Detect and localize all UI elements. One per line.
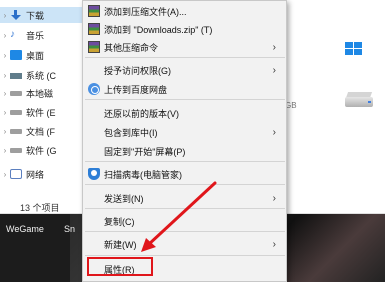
menu-item-pin-to-start[interactable]: 固定到"开始"屏幕(P) [83,142,286,160]
chevron-right-icon[interactable]: › [0,51,10,60]
menu-item-label: 添加到压缩文件(A)... [104,6,187,17]
menu-item-other-compress[interactable]: 其他压缩命令 › [83,38,286,56]
menu-separator [85,255,285,256]
menu-separator [85,208,285,209]
nav-item-network[interactable]: › 网络 [0,166,44,182]
nav-item-software-e[interactable]: › 软件 (E [0,104,56,120]
menu-separator [85,231,285,232]
menu-item-add-to-downloads-zip[interactable]: 添加到 "Downloads.zip" (T) [83,20,286,38]
nav-item-label: 网络 [26,169,45,180]
nav-item-local-disk[interactable]: › 本地磁 [0,85,53,101]
drive-icon [10,109,22,115]
menu-item-label: 发送到(N) [104,193,144,204]
menu-item-new[interactable]: 新建(W) › [83,235,286,253]
menu-item-add-to-archive[interactable]: 添加到压缩文件(A)... [83,2,286,20]
menu-item-label: 扫描病毒(电脑管家) [104,169,182,180]
chevron-right-icon: › [272,192,276,204]
taskbar-item-sn[interactable]: Sn [64,224,75,234]
menu-item-label: 上传到百度网盘 [104,84,168,95]
archive-icon [88,5,100,17]
nav-item-label: 音乐 [26,30,45,41]
desktop-icon [10,50,22,60]
baidu-cloud-icon [88,83,100,95]
context-menu: 添加到压缩文件(A)... 添加到 "Downloads.zip" (T) 其他… [82,0,287,282]
nav-item-downloads[interactable]: › 下载 [0,7,82,23]
nav-item-label: 下载 [26,10,45,21]
chevron-right-icon[interactable]: › [0,71,10,80]
chevron-right-icon[interactable]: › [0,108,10,117]
windows-drive-icon[interactable] [345,42,363,56]
chevron-right-icon: › [272,64,276,76]
chevron-right-icon[interactable]: › [0,11,10,20]
menu-item-send-to[interactable]: 发送到(N) › [83,189,286,207]
chevron-right-icon: › [272,126,276,138]
nav-item-music[interactable]: › ♪ 音乐 [0,27,44,43]
chevron-right-icon[interactable]: › [0,89,10,98]
menu-item-label: 复制(C) [104,216,135,227]
menu-item-label: 包含到库中(I) [104,127,158,138]
chevron-right-icon: › [272,238,276,250]
system-drive-icon [10,73,22,79]
menu-item-label: 还原以前的版本(V) [104,108,179,119]
chevron-right-icon[interactable]: › [0,127,10,136]
menu-item-label: 授予访问权限(G) [104,65,171,76]
nav-item-label: 文档 (F [26,126,55,137]
nav-item-label: 本地磁 [26,88,54,99]
drive-icon [10,90,22,96]
menu-separator [85,57,285,58]
drive-icon [10,147,22,153]
chevron-right-icon[interactable]: › [0,146,10,155]
menu-separator [85,184,285,185]
menu-item-restore-previous[interactable]: 还原以前的版本(V) [83,104,286,122]
menu-separator [85,161,285,162]
menu-item-scan-virus[interactable]: 扫描病毒(电脑管家) [83,165,286,183]
menu-item-label: 其他压缩命令 [104,42,159,53]
menu-item-label: 固定到"开始"屏幕(P) [104,146,186,157]
music-icon: ♪ [10,29,15,40]
nav-item-label: 软件 (G [26,145,57,156]
properties-highlight-box [87,257,153,276]
menu-item-grant-access[interactable]: 授予访问权限(G) › [83,61,286,79]
nav-item-desktop[interactable]: › 桌面 [0,47,44,63]
drive-icon[interactable] [345,92,375,108]
navigation-pane: › 下载 › ♪ 音乐 › 桌面 › 系统 (C › 本地磁 › 软件 (E ›… [0,0,82,200]
nav-item-label: 桌面 [26,50,45,61]
chevron-right-icon: › [272,41,276,53]
archive-icon [88,41,100,53]
taskbar-item-wegame[interactable]: WeGame [6,224,44,234]
menu-separator [85,99,285,100]
nav-item-label: 软件 (E [26,107,56,118]
chevron-right-icon[interactable]: › [0,170,10,179]
network-icon [10,169,22,179]
shield-icon [88,168,100,180]
menu-item-upload-baidu[interactable]: 上传到百度网盘 [83,80,286,98]
nav-item-system-c[interactable]: › 系统 (C [0,67,56,83]
menu-item-label: 新建(W) [104,239,137,250]
nav-item-label: 系统 (C [26,70,56,81]
drive-icon [10,128,22,134]
menu-item-copy[interactable]: 复制(C) [83,212,286,230]
chevron-right-icon[interactable]: › [0,31,10,40]
menu-item-include-in-library[interactable]: 包含到库中(I) › [83,123,286,141]
archive-icon [88,23,100,35]
nav-item-documents-f[interactable]: › 文档 (F [0,123,55,139]
menu-item-label: 添加到 "Downloads.zip" (T) [104,24,213,35]
nav-item-software-g[interactable]: › 软件 (G [0,142,57,158]
download-icon [10,10,22,20]
